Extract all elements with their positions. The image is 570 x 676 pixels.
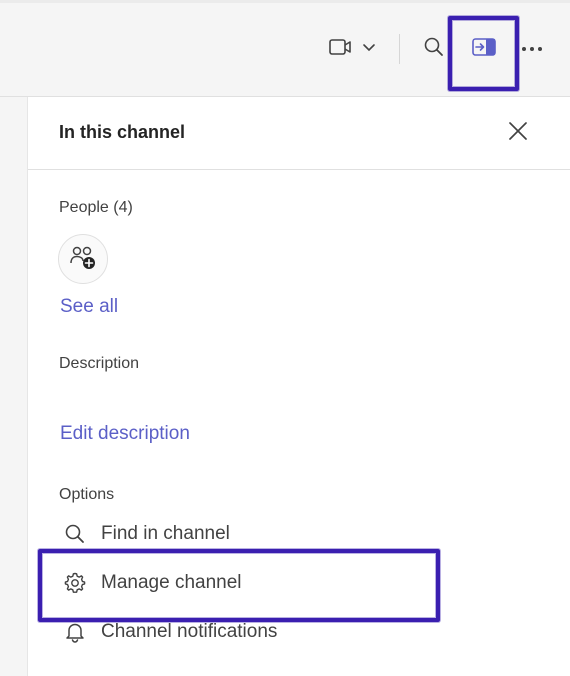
channel-toolbar [0,0,570,97]
open-pane-icon [471,36,497,63]
channel-notifications-label: Channel notifications [101,621,278,642]
manage-channel-option[interactable]: Manage channel [61,568,242,598]
bell-icon [61,618,89,646]
close-icon [507,120,529,147]
chevron-down-icon [362,40,376,58]
options-label: Options [59,486,115,503]
toolbar-top-edge [0,0,570,3]
add-people-button[interactable] [58,234,108,284]
conversation-area-edge [0,97,27,676]
video-call-button[interactable] [322,33,382,65]
more-horizontal-icon [521,40,543,58]
edit-description-link[interactable]: Edit description [60,423,190,445]
gear-icon [61,569,89,597]
more-options-button[interactable] [516,33,548,65]
search-button[interactable] [418,33,450,65]
close-panel-button[interactable] [504,119,532,147]
channel-info-pane-button[interactable] [466,33,502,65]
toolbar-divider [399,34,400,64]
people-count-label: People (4) [59,199,133,216]
description-label: Description [59,355,140,372]
manage-channel-label: Manage channel [101,572,242,593]
video-camera-icon [328,37,354,62]
see-all-people-link[interactable]: See all [60,296,118,318]
panel-header: In this channel [28,97,570,170]
teams-window: In this channel People (4) See all Descr… [0,0,570,676]
channel-info-panel: In this channel People (4) See all Descr… [27,97,570,676]
search-icon [423,36,445,63]
search-icon [61,520,89,548]
find-in-channel-label: Find in channel [101,523,230,544]
channel-notifications-option[interactable]: Channel notifications [61,617,277,647]
panel-title: In this channel [59,122,186,142]
find-in-channel-option[interactable]: Find in channel [61,519,230,549]
add-people-icon [68,242,98,277]
